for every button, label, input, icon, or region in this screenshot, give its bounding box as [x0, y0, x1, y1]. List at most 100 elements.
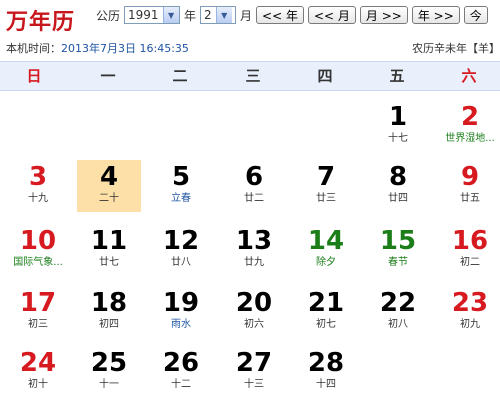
day-cell[interactable]: 22 初八 [366, 286, 430, 338]
today-button[interactable]: 今 [463, 6, 488, 24]
weekday-mon: 一 [100, 67, 116, 85]
day-number: 1 [388, 102, 408, 132]
day-cell[interactable]: 24 初十 [6, 346, 70, 398]
day-number: 24 [19, 348, 57, 378]
lunar-date: 初二 [460, 257, 480, 268]
lunar-date: 廿三 [316, 193, 336, 204]
day-cell[interactable]: 10 国际气象... [6, 224, 70, 276]
lunar-date: 廿九 [244, 257, 264, 268]
month-value: 2 [204, 8, 212, 22]
day-number: 7 [316, 162, 336, 192]
lunar-date: 廿四 [388, 193, 408, 204]
day-number: 27 [235, 348, 273, 378]
day-cell[interactable]: 1 十七 [366, 100, 430, 152]
day-cell[interactable]: 15 春节 [366, 224, 430, 276]
day-number: 22 [379, 288, 417, 318]
day-number: 5 [171, 162, 191, 192]
day-cell[interactable]: 28 十四 [294, 346, 358, 398]
day-number: 20 [235, 288, 273, 318]
lunar-date: 二十 [99, 193, 119, 204]
lunar-date: 初三 [28, 319, 48, 330]
day-number: 4 [99, 162, 119, 192]
day-cell-today[interactable]: 4 二十 [77, 160, 141, 212]
day-cell[interactable]: 6 廿二 [222, 160, 286, 212]
prev-year-button[interactable]: << 年 [256, 6, 304, 24]
day-cell[interactable]: 9 廿五 [438, 160, 500, 212]
weekday-fri: 五 [389, 67, 405, 85]
day-number: 23 [451, 288, 489, 318]
lunar-date: 初四 [99, 319, 119, 330]
day-cell[interactable]: 25 十一 [77, 346, 141, 398]
day-number: 15 [379, 226, 417, 256]
festival-label: 世界湿地... [445, 133, 495, 144]
weekday-sun: 日 [26, 67, 42, 85]
lunar-date: 廿八 [171, 257, 191, 268]
next-year-button[interactable]: 年 >> [411, 6, 460, 24]
day-cell[interactable]: 21 初七 [294, 286, 358, 338]
day-cell[interactable]: 12 廿八 [149, 224, 213, 276]
day-cell[interactable]: 16 初二 [438, 224, 500, 276]
lunar-date: 十二 [171, 379, 191, 390]
toolbar: 公历 1991 ▼ 年 2 ▼ 月 << 年 << 月 月 >> 年 >> 今 [96, 6, 488, 24]
day-number: 9 [460, 162, 480, 192]
weekday-sat: 六 [461, 67, 477, 85]
lunar-date: 初七 [316, 319, 336, 330]
day-cell[interactable]: 5 立春 [149, 160, 213, 212]
prev-month-button[interactable]: << 月 [307, 6, 356, 24]
day-number: 3 [28, 162, 48, 192]
lunar-date: 廿五 [460, 193, 480, 204]
weekday-header: 日 一 二 三 四 五 六 [0, 61, 500, 91]
chevron-down-icon[interactable]: ▼ [162, 7, 179, 23]
day-cell[interactable]: 3 十九 [6, 160, 70, 212]
lunar-date: 初六 [244, 319, 264, 330]
day-cell[interactable]: 7 廿三 [294, 160, 358, 212]
year-select[interactable]: 1991 ▼ [124, 6, 181, 24]
day-cell[interactable]: 14 除夕 [294, 224, 358, 276]
lunar-date: 十一 [99, 379, 119, 390]
day-cell[interactable]: 8 廿四 [366, 160, 430, 212]
lunar-date: 廿七 [99, 257, 119, 268]
day-cell[interactable]: 20 初六 [222, 286, 286, 338]
weekday-tue: 二 [172, 67, 188, 85]
weekday-wed: 三 [245, 67, 261, 85]
solar-term-label: 雨水 [171, 319, 191, 330]
solar-term-label: 立春 [171, 193, 191, 204]
day-cell[interactable]: 27 十三 [222, 346, 286, 398]
gongli-label: 公历 [96, 8, 121, 23]
day-cell[interactable]: 11 廿七 [77, 224, 141, 276]
day-number: 6 [244, 162, 264, 192]
day-number: 28 [307, 348, 345, 378]
day-number: 25 [90, 348, 128, 378]
lunar-date: 十四 [316, 379, 336, 390]
day-number: 12 [162, 226, 200, 256]
day-cell[interactable]: 18 初四 [77, 286, 141, 338]
day-cell[interactable]: 13 廿九 [222, 224, 286, 276]
month-label: 月 [240, 8, 253, 23]
day-cell[interactable]: 2 世界湿地... [438, 100, 500, 152]
day-cell[interactable]: 26 十二 [149, 346, 213, 398]
lunar-date: 初十 [28, 379, 48, 390]
day-number: 13 [235, 226, 273, 256]
local-time-value: 2013年7月3日 16:45:35 [61, 42, 189, 55]
year-value: 1991 [128, 8, 159, 22]
day-number: 21 [307, 288, 345, 318]
chevron-down-icon[interactable]: ▼ [215, 7, 232, 23]
day-number: 26 [162, 348, 200, 378]
month-select[interactable]: 2 ▼ [200, 6, 237, 24]
app-logo: 万年历 [6, 9, 76, 35]
day-number: 17 [19, 288, 57, 318]
day-cell[interactable]: 23 初九 [438, 286, 500, 338]
lunar-date: 十七 [388, 133, 408, 144]
day-number: 16 [451, 226, 489, 256]
festival-label: 除夕 [316, 257, 336, 268]
lunar-year: 农历辛未年【羊】 [412, 42, 500, 55]
local-time: 本机时间：2013年7月3日 16:45:35 [6, 40, 189, 56]
festival-label: 春节 [388, 257, 408, 268]
lunar-date: 十九 [28, 193, 48, 204]
next-month-button[interactable]: 月 >> [359, 6, 408, 24]
day-cell[interactable]: 17 初三 [6, 286, 70, 338]
lunar-date: 初八 [388, 319, 408, 330]
day-cell[interactable]: 19 雨水 [149, 286, 213, 338]
festival-label: 国际气象... [13, 257, 63, 268]
day-number: 19 [162, 288, 200, 318]
